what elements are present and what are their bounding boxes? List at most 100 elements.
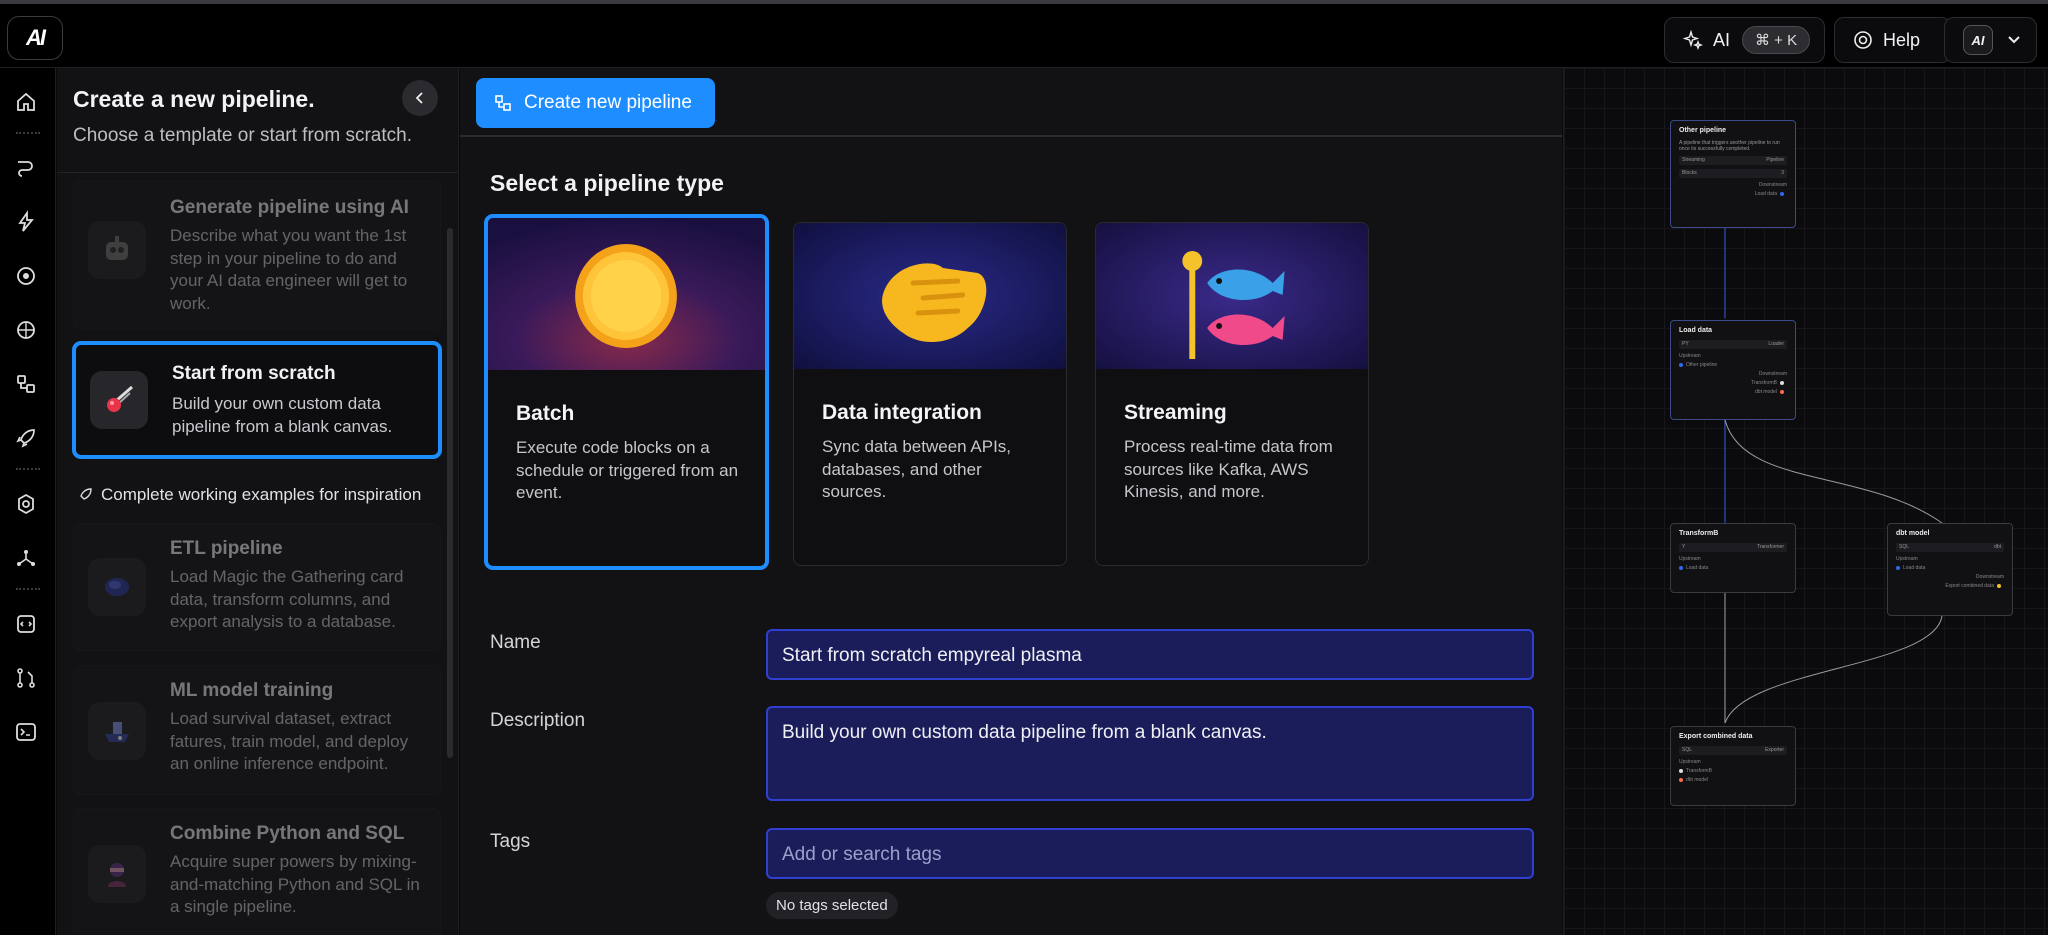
pipeline-type-description: Execute code blocks on a schedule or tri… [516,438,739,502]
name-label: Name [490,632,541,653]
status-dot [1679,769,1683,773]
collapse-panel-button[interactable] [402,80,438,116]
comet-icon [90,371,148,429]
settings-icon[interactable] [14,492,38,516]
node-link-label: dbt model [1686,777,1708,783]
node-link-label: Load data [1686,565,1709,571]
example-title: ML model training [170,680,334,701]
node-link-label: TransformB [1686,768,1712,774]
chevron-down-icon [2008,36,2020,44]
example-etl-pipeline[interactable]: ETL pipeline Load Magic the Gathering ca… [73,523,441,651]
tags-input[interactable]: Add or search tags [766,828,1534,879]
example-description: Acquire super powers by mixing-and-match… [170,852,420,916]
rocket-icon [80,488,92,500]
monitor-icon[interactable] [14,264,38,288]
canvas-node-other-pipeline[interactable]: Other pipeline A pipeline that triggers … [1670,120,1796,228]
node-row: Y Transformer [1679,543,1787,552]
robot-icon [88,221,146,279]
pipeline-type-batch[interactable]: Batch Execute code blocks on a schedule … [485,215,768,569]
node-row-key: SQL [1682,747,1693,753]
node-row: SQL Exporter [1679,746,1787,755]
name-input[interactable]: Start from scratch empyreal plasma [766,629,1534,680]
ninja-icon [88,845,146,903]
lifebuoy-icon [1854,31,1872,49]
node-link-label: Export combined data [1945,583,1994,589]
panel-scrollbar[interactable] [447,228,453,758]
canvas-node-dbt-model[interactable]: dbt model SQL dbt Upstream Load data Down… [1887,523,2013,616]
template-generate-ai[interactable]: Generate pipeline using AI Describe what… [73,180,441,330]
user-menu-button[interactable]: AI [1944,17,2037,63]
help-button[interactable]: Help [1834,17,1951,63]
node-title: dbt model [1896,530,1930,537]
node-row: Blocks 3 [1679,169,1787,178]
help-label: Help [1883,29,1921,50]
node-row-key: PY [1682,341,1689,347]
description-textarea[interactable]: Build your own custom data pipeline from… [766,706,1534,801]
node-row-value: 3 [1781,170,1784,176]
home-icon[interactable] [14,90,38,114]
rail-divider [16,588,40,590]
description-label: Description [490,710,586,731]
example-title: ETL pipeline [170,538,283,559]
files-icon[interactable] [14,612,38,636]
node-link: dbt model [1679,389,1787,395]
chevron-left-icon [415,92,423,104]
status-dot [1679,566,1683,570]
canvas-node-export-combined-data[interactable]: Export combined data SQL Exporter Upstrea… [1670,726,1796,806]
status-dot [1679,778,1683,782]
node-title: TransformB [1679,530,1719,537]
node-link-label: Load data [1754,191,1777,197]
example-ml-model-training[interactable]: ML model training Load survival dataset,… [73,665,441,795]
canvas-node-transformb[interactable]: TransformB Y Transformer Upstream Load da… [1670,523,1796,593]
pipeline-type-description: Process real-time data from sources like… [1124,437,1333,501]
node-row: SQL dbt [1896,543,2004,552]
panel-title: Create a new pipeline. [73,86,315,112]
template-start-from-scratch[interactable]: Start from scratch Build your own custom… [73,342,441,458]
terminal-icon[interactable] [14,720,38,744]
node-row: Streaming Pipeline [1679,156,1787,165]
status-dot [1679,363,1683,367]
deploy-rocket-icon[interactable] [14,426,38,450]
pipeline-type-title: Streaming [1124,401,1227,424]
blocks-icon[interactable] [14,372,38,396]
top-bar: AI AI ⌘ + K Help AI [0,0,2048,68]
canvas-node-load-data[interactable]: Load data PY Loader Upstream Other pipeli… [1670,320,1796,420]
status-dot [1896,566,1900,570]
node-link-label: dbt model [1755,389,1777,395]
node-row-key: Y [1682,544,1686,550]
pipeline-blocks-icon [495,95,511,111]
node-link: Load data [1896,565,2004,571]
template-description: Build your own custom data pipeline from… [172,394,393,436]
template-panel: Create a new pipeline. Choose a template… [57,68,459,935]
main-content: Create new pipeline Select a pipeline ty… [460,68,1562,935]
sun-icon [488,218,765,370]
node-title: Load data [1679,327,1713,334]
ai-assistant-button[interactable]: AI ⌘ + K [1664,17,1825,63]
node-link: TransformB [1679,768,1787,774]
pipelines-icon[interactable] [14,156,38,180]
status-dot [1780,390,1784,394]
examples-heading-text: Complete working examples for inspiratio… [101,485,422,504]
avatar: AI [1963,25,1993,55]
node-row-key: Streaming [1682,157,1705,163]
node-row-value: Transformer [1756,544,1784,550]
app-logo[interactable]: AI [7,16,63,60]
node-section-label: Downstream [1975,574,2004,580]
dependency-lines [1724,228,1943,724]
pipeline-type-streaming[interactable]: Streaming Process real-time data from so… [1095,222,1369,566]
example-description: Load survival dataset, extract fatures, … [170,709,409,773]
pipeline-type-description: Sync data between APIs, databases, and o… [822,437,1012,501]
triggers-icon[interactable] [14,210,38,234]
example-combine-python-sql[interactable]: Combine Python and SQL Acquire super pow… [73,808,441,935]
graph-icon[interactable] [14,546,38,570]
rail-divider [16,132,40,134]
pipeline-type-data-integration[interactable]: Data integration Sync data between APIs,… [793,222,1067,566]
node-row-key: SQL [1899,544,1910,550]
node-link: TransformB [1679,380,1787,386]
version-control-icon[interactable] [14,666,38,690]
integrations-icon[interactable] [14,318,38,342]
node-section-label: Downstream [1758,182,1787,188]
create-new-pipeline-button[interactable]: Create new pipeline [476,78,715,128]
pipeline-canvas-preview[interactable]: Other pipeline A pipeline that triggers … [1563,68,2048,935]
tags-label: Tags [490,831,531,852]
